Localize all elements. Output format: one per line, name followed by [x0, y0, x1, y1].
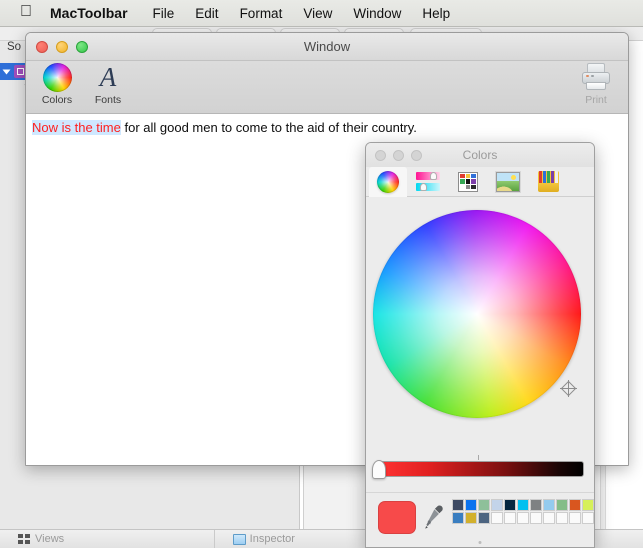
colors-panel-mode-tabs[interactable] — [366, 167, 594, 197]
bottom-tab-label: Inspector — [250, 533, 295, 545]
color-swatch-grid[interactable] — [452, 499, 592, 524]
colors-panel-footer[interactable] — [366, 493, 594, 548]
document-toolbar[interactable]: Colors A Fonts Print — [26, 61, 628, 114]
color-swatch[interactable] — [530, 499, 542, 511]
color-swatch[interactable] — [478, 499, 490, 511]
palette-cell — [466, 185, 471, 190]
maximize-panel-button[interactable] — [411, 150, 422, 161]
brightness-slider-track[interactable] — [378, 461, 584, 477]
fonts-toolbar-button[interactable]: A Fonts — [84, 63, 132, 106]
color-swatch[interactable] — [543, 512, 555, 524]
color-swatch[interactable] — [556, 512, 568, 524]
menu-item-window[interactable]: Window — [353, 6, 401, 21]
color-swatch[interactable] — [478, 512, 490, 524]
color-swatch[interactable] — [465, 512, 477, 524]
color-swatch[interactable] — [504, 512, 516, 524]
print-toolbar-button[interactable]: Print — [572, 63, 620, 106]
menu-item-edit[interactable]: Edit — [195, 6, 218, 21]
selected-color-well[interactable] — [378, 501, 416, 534]
close-window-button[interactable] — [36, 41, 48, 53]
color-swatch[interactable] — [569, 499, 581, 511]
window-title: Window — [26, 39, 628, 54]
palette-cell — [466, 179, 471, 184]
tab-color-wheel[interactable] — [369, 167, 407, 197]
color-wheel-area[interactable] — [366, 197, 594, 455]
color-wheel-icon — [43, 63, 72, 92]
sliders-icon — [416, 171, 440, 193]
color-swatch[interactable] — [569, 512, 581, 524]
document-titlebar[interactable]: Window — [26, 33, 628, 61]
color-wheel-marker[interactable] — [560, 380, 577, 397]
background-sidebar-label: So — [7, 41, 21, 53]
bottom-tab-label: Views — [35, 533, 64, 545]
print-toolbar-label: Print — [585, 94, 607, 106]
bottom-tab-views[interactable]: Views — [0, 530, 215, 548]
color-swatch[interactable] — [556, 499, 568, 511]
tab-image-palettes[interactable] — [489, 167, 527, 197]
tab-color-palettes[interactable] — [449, 167, 487, 197]
menu-item-view[interactable]: View — [303, 6, 332, 21]
menu-item-format[interactable]: Format — [240, 6, 283, 21]
menu-item-file[interactable]: File — [153, 6, 175, 21]
color-swatch[interactable] — [582, 499, 594, 511]
document-text-rest: for all good men to come to the aid of t… — [121, 120, 417, 135]
tab-color-sliders[interactable] — [409, 167, 447, 197]
color-swatch[interactable] — [452, 512, 464, 524]
minimize-window-button[interactable] — [56, 41, 68, 53]
color-swatch[interactable] — [465, 499, 477, 511]
colors-toolbar-label: Colors — [42, 94, 72, 106]
color-swatch[interactable] — [452, 499, 464, 511]
brightness-slider-area[interactable] — [366, 455, 594, 493]
palette-cell — [471, 179, 476, 184]
brightness-slider-thumb[interactable] — [372, 460, 386, 479]
slider-tick-mark — [478, 455, 479, 460]
colors-toolbar-button[interactable]: Colors — [33, 63, 81, 106]
color-swatch[interactable] — [517, 512, 529, 524]
image-icon — [496, 172, 520, 192]
color-swatch[interactable] — [491, 512, 503, 524]
font-letter-a-icon: A — [94, 63, 123, 92]
menu-app-name[interactable]: MacToolbar — [50, 5, 128, 21]
selected-text-run[interactable]: Now is the time — [32, 120, 121, 135]
close-panel-button[interactable] — [375, 150, 386, 161]
grid-icon — [18, 534, 31, 545]
document-icon — [233, 534, 246, 545]
color-swatch[interactable] — [517, 499, 529, 511]
color-swatch[interactable] — [504, 499, 516, 511]
panel-resize-handle[interactable] — [479, 541, 482, 544]
palette-cell — [460, 174, 465, 179]
menu-item-help[interactable]: Help — [422, 6, 450, 21]
minimize-panel-button[interactable] — [393, 150, 404, 161]
fonts-toolbar-label: Fonts — [95, 94, 121, 106]
color-swatch[interactable] — [530, 512, 542, 524]
color-wheel-icon — [377, 171, 399, 193]
palette-grid-icon — [458, 172, 478, 192]
eyedropper-icon[interactable] — [424, 504, 444, 530]
palette-cell — [471, 185, 476, 190]
palette-cell — [460, 185, 465, 190]
maximize-window-button[interactable] — [76, 41, 88, 53]
pencils-icon — [538, 171, 559, 192]
color-swatch[interactable] — [491, 499, 503, 511]
screen: So e nd is ne nd — [0, 0, 643, 548]
color-swatch[interactable] — [582, 512, 594, 524]
palette-cell — [466, 174, 471, 179]
apple-logo-icon[interactable]:  — [20, 4, 32, 20]
disclosure-triangle-icon[interactable] — [3, 69, 11, 74]
document-text-line: Now is the time for all good men to come… — [32, 119, 624, 137]
tab-pencils[interactable] — [529, 167, 567, 197]
menubar[interactable]:  MacToolbar File Edit Format View Windo… — [0, 0, 643, 27]
colors-panel[interactable]: Colors — [365, 142, 595, 548]
palette-cell — [460, 179, 465, 184]
color-wheel-picker[interactable] — [373, 210, 581, 418]
printer-icon — [581, 63, 611, 92]
colors-panel-titlebar[interactable]: Colors — [366, 143, 594, 167]
color-swatch[interactable] — [543, 499, 555, 511]
palette-cell — [471, 174, 476, 179]
